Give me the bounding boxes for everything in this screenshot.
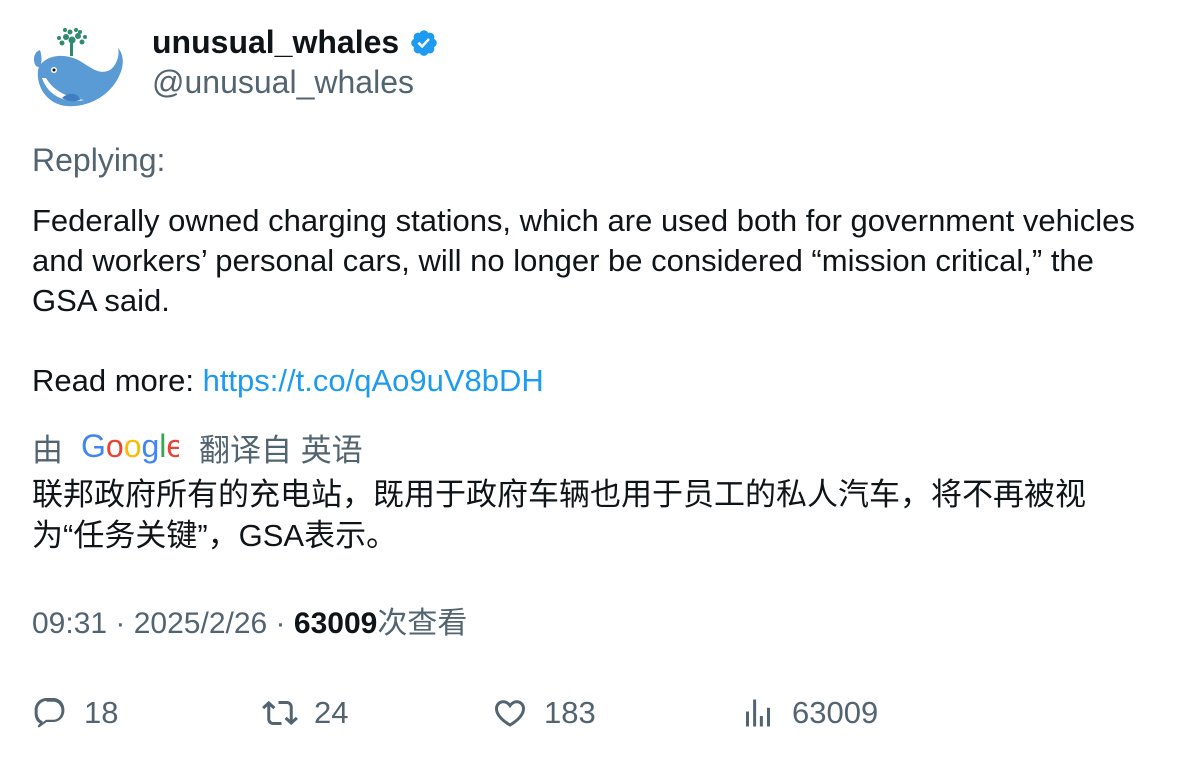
tweet-date[interactable]: 2025/2/26: [134, 607, 267, 640]
meta-separator: ·: [267, 607, 294, 640]
like-button[interactable]: 183: [492, 690, 596, 736]
translated-by-label: 由: [32, 432, 63, 468]
views-label: 次查看: [377, 607, 468, 640]
replying-label: Replying:: [32, 142, 166, 178]
views-action-count: 63009: [792, 695, 879, 730]
translation-attribution[interactable]: 由 Google 翻译自 英语: [32, 426, 363, 468]
views-button[interactable]: 63009: [740, 690, 878, 736]
retweet-icon: [262, 700, 298, 726]
avatar[interactable]: [32, 26, 124, 110]
reply-button[interactable]: 18: [32, 690, 118, 736]
translated-from-label: 翻译自 英语: [199, 432, 363, 468]
whale-logo-icon: [33, 28, 123, 107]
reply-count: 18: [84, 695, 119, 730]
retweet-count: 24: [314, 695, 349, 730]
analytics-icon: [746, 699, 770, 727]
svg-text:Google: Google: [81, 429, 179, 464]
author-handle[interactable]: @unusual_whales: [152, 62, 414, 102]
verified-badge-icon: [411, 30, 437, 56]
retweet-button[interactable]: 24: [262, 690, 348, 736]
tweet-time[interactable]: 09:31: [32, 607, 107, 640]
meta-separator: ·: [107, 607, 134, 640]
translated-text: 联邦政府所有的充电站，既用于政府车辆也用于员工的私人汽车，将不再被视为“任务关键…: [32, 477, 1086, 553]
tweet-text: Federally owned charging stations, which…: [32, 203, 1135, 318]
tweet-link[interactable]: https://t.co/qAo9uV8bDH: [203, 363, 544, 398]
google-logo-icon: Google: [81, 429, 179, 464]
reply-icon: [34, 698, 65, 728]
tweet-body: Federally owned charging stations, which…: [32, 201, 1152, 321]
action-bar: 18 24 183 63009: [0, 690, 1196, 736]
read-more-line: Read more: https://t.co/qAo9uV8bDH: [32, 361, 544, 401]
author-display-name[interactable]: unusual_whales: [152, 22, 399, 62]
views-count: 63009: [293, 607, 378, 640]
like-count: 183: [544, 695, 596, 730]
tweet-meta: 09:31 · 2025/2/26 · 63009次查看: [32, 604, 467, 644]
read-more-label: Read more:: [32, 363, 203, 398]
heart-icon: [494, 700, 526, 727]
author-name-row[interactable]: unusual_whales: [152, 22, 439, 62]
